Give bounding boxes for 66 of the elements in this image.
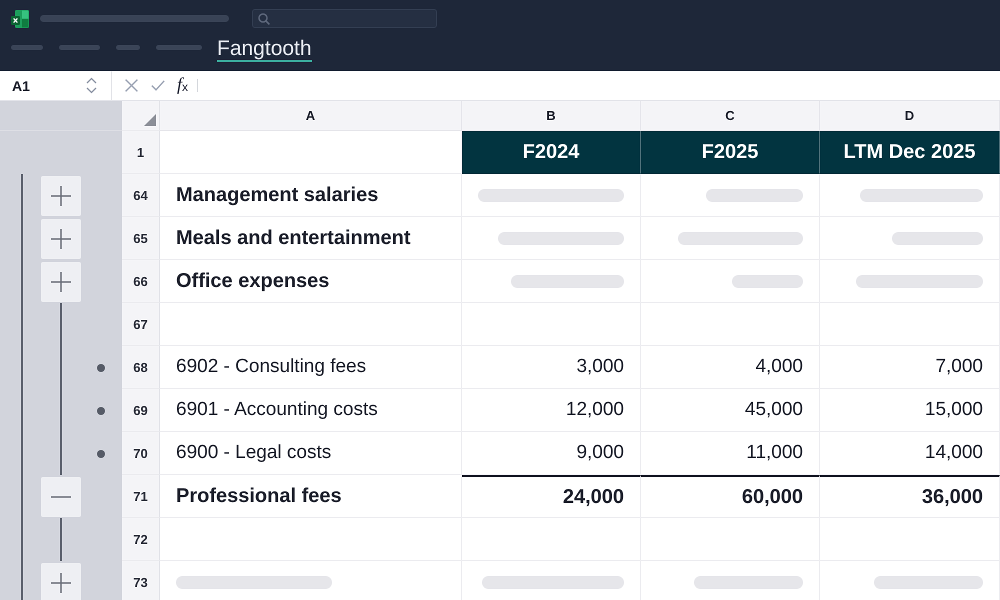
spreadsheet-logo-icon[interactable] xyxy=(11,10,29,28)
column-header[interactable]: D xyxy=(820,101,1000,131)
table-cell: 36,000 xyxy=(820,475,1000,518)
row-header[interactable]: 73 xyxy=(122,561,160,600)
table-cell: 45,000 xyxy=(641,389,820,432)
table-cell: Meals and entertainment xyxy=(160,217,462,260)
table-cell: Office expenses xyxy=(160,260,462,303)
search-field[interactable] xyxy=(252,9,437,28)
minus-icon xyxy=(51,496,71,498)
plus-icon xyxy=(51,572,71,592)
row-header[interactable]: 70 xyxy=(122,432,160,475)
row-header[interactable]: 69 xyxy=(122,389,160,432)
skeleton-bar[interactable] xyxy=(116,45,140,50)
search-icon xyxy=(258,12,270,24)
select-all-button[interactable] xyxy=(122,101,160,131)
skeleton-bar[interactable] xyxy=(156,45,202,50)
column-header[interactable]: B xyxy=(462,101,641,131)
dot-icon xyxy=(97,406,105,414)
row-header[interactable]: 68 xyxy=(122,346,160,389)
collapse-button[interactable] xyxy=(41,476,81,516)
up-down-chevron-icon xyxy=(86,77,97,94)
table-cell: 11,000 xyxy=(641,432,820,475)
table-cell: Management salaries xyxy=(160,174,462,217)
checkmark-icon[interactable] xyxy=(151,80,165,91)
plus-icon xyxy=(51,186,71,206)
table-cell: 60,000 xyxy=(641,475,820,518)
row-header[interactable]: 1 xyxy=(122,131,160,174)
ribbon-tab[interactable]: Fangtooth xyxy=(217,38,312,62)
column-header[interactable]: C xyxy=(641,101,820,131)
table-cell: 6901 - Accounting costs xyxy=(160,389,462,432)
triangle-icon xyxy=(144,114,156,126)
table-cell: 6902 - Consulting fees xyxy=(160,346,462,389)
table-cell: 12,000 xyxy=(462,389,641,432)
skeleton-bar[interactable] xyxy=(11,45,43,50)
skeleton-bar xyxy=(732,274,803,288)
close-icon[interactable] xyxy=(125,79,138,92)
plus-icon xyxy=(51,228,71,248)
expand-button[interactable] xyxy=(41,562,81,600)
expand-button[interactable] xyxy=(41,218,81,258)
row-header[interactable]: 67 xyxy=(122,303,160,346)
row-header[interactable]: 71 xyxy=(122,475,160,518)
table-cell: Professional fees xyxy=(160,475,462,518)
insert-function-button[interactable]: f$_{x}$ xyxy=(177,74,188,97)
table-header-cell: LTM Dec 2025 xyxy=(820,131,1000,174)
table-cell: 6900 - Legal costs xyxy=(160,432,462,475)
dot-icon xyxy=(97,450,105,458)
table-cell: 3,000 xyxy=(462,346,641,389)
column-header[interactable]: A xyxy=(160,101,462,131)
dot-icon xyxy=(97,364,105,372)
row-header[interactable]: 65 xyxy=(122,217,160,260)
name-box[interactable]: A1 xyxy=(0,71,112,100)
table-header-cell: F2025 xyxy=(641,131,820,174)
table-header-cell: F2024 xyxy=(462,131,641,174)
row-header[interactable]: 72 xyxy=(122,518,160,561)
table-cell: 15,000 xyxy=(820,389,1000,432)
row-header[interactable]: 64 xyxy=(122,174,160,217)
expand-button[interactable] xyxy=(41,176,81,216)
row-header[interactable]: 66 xyxy=(122,260,160,303)
expand-button[interactable] xyxy=(41,262,81,302)
table-cell: 14,000 xyxy=(820,432,1000,475)
table-cell: 24,000 xyxy=(462,475,641,518)
plus-icon xyxy=(51,272,71,292)
table-cell: 4,000 xyxy=(641,346,820,389)
skeleton-bar[interactable] xyxy=(59,45,100,50)
table-cell: 9,000 xyxy=(462,432,641,475)
table-cell: 7,000 xyxy=(820,346,1000,389)
